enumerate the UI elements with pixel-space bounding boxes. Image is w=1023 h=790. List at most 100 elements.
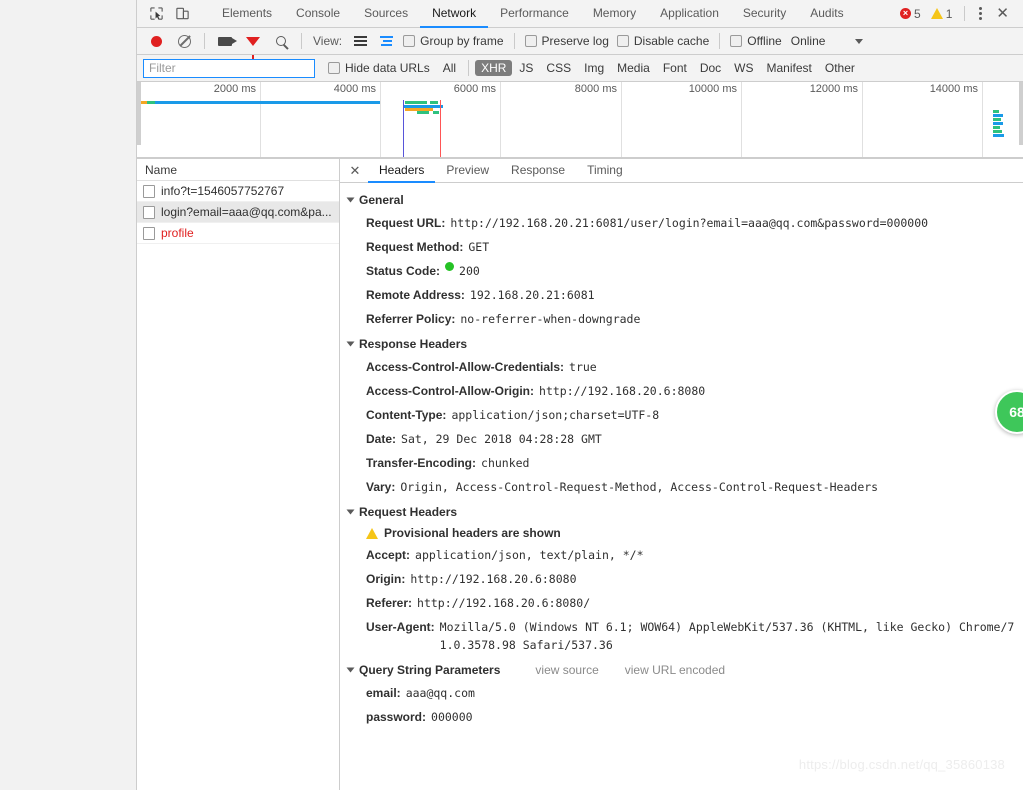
header-value: no-referrer-when-downgrade (460, 312, 641, 326)
details-tab-response[interactable]: Response (500, 159, 576, 183)
timeline-tick-label: 12000 ms (809, 83, 858, 95)
tab-memory[interactable]: Memory (581, 0, 648, 28)
type-filter-doc[interactable]: Doc (694, 60, 727, 76)
search-icon[interactable] (268, 29, 294, 53)
tab-performance[interactable]: Performance (488, 0, 581, 28)
error-icon: × (900, 8, 912, 19)
offline-checkbox[interactable]: Offline (727, 34, 784, 48)
warning-counter[interactable]: 1 (927, 7, 957, 21)
timeline-tick-label: 4000 ms (333, 83, 376, 95)
tab-label: Sources (364, 6, 409, 20)
header-key: User-Agent: (366, 620, 435, 634)
header-key: Referrer Policy: (366, 312, 456, 326)
filter-input[interactable] (143, 58, 315, 78)
hide-data-urls-checkbox[interactable]: Hide data URLs (325, 61, 433, 75)
clear-icon[interactable] (171, 29, 197, 53)
section-request-headers-title[interactable]: Request Headers (340, 501, 1023, 523)
request-row-login[interactable]: login?email=aaa@qq.com&pa... (137, 202, 339, 223)
tab-label: Timing (587, 163, 623, 177)
tab-security[interactable]: Security (731, 0, 798, 28)
toolbar-divider (964, 6, 966, 21)
chevron-down-icon[interactable] (855, 38, 864, 44)
preserve-log-checkbox[interactable]: Preserve log (522, 34, 612, 48)
view-url-encoded-link[interactable]: view URL encoded (625, 663, 725, 677)
checkbox-box (403, 35, 416, 47)
request-list-header[interactable]: Name (137, 159, 339, 181)
camera-icon[interactable] (212, 29, 238, 53)
section-general: General Request URL: http://192.168.20.2… (340, 189, 1023, 331)
type-filter-font[interactable]: Font (657, 60, 693, 76)
tab-network[interactable]: Network (420, 0, 489, 28)
type-filter-manifest[interactable]: Manifest (761, 60, 818, 76)
timeline-right-handle[interactable] (1019, 82, 1023, 145)
query-param-row: email: aaa@qq.com (340, 681, 1023, 705)
timeline-request-bar (430, 101, 438, 104)
tab-console[interactable]: Console (284, 0, 352, 28)
devtools-tabbar: Elements Console Sources Network Perform… (137, 0, 1023, 28)
section-query-string-title[interactable]: Query String Parameters view source view… (340, 659, 1023, 681)
provisional-headers-label: Provisional headers are shown (384, 526, 561, 540)
network-overview-timeline[interactable]: 2000 ms 4000 ms 6000 ms 8000 ms 10000 ms… (137, 82, 1023, 159)
disable-cache-label: Disable cache (633, 34, 710, 48)
query-param-key: email: (366, 686, 401, 700)
throttle-select[interactable]: Online (787, 34, 830, 48)
device-toolbar-icon[interactable] (169, 1, 195, 27)
details-tab-preview[interactable]: Preview (435, 159, 500, 183)
tab-sources[interactable]: Sources (352, 0, 420, 28)
disable-cache-checkbox[interactable]: Disable cache (614, 34, 712, 48)
timeline-tick-label: 10000 ms (688, 83, 737, 95)
section-response-headers-title[interactable]: Response Headers (340, 333, 1023, 355)
type-filter-css[interactable]: CSS (540, 60, 577, 76)
tab-label: Performance (500, 6, 569, 20)
record-icon[interactable] (143, 29, 169, 53)
view-source-link[interactable]: view source (535, 663, 598, 677)
close-icon[interactable]: ✕ (342, 159, 368, 182)
kebab-menu-icon[interactable] (973, 7, 988, 20)
error-counter[interactable]: × 5 (896, 7, 925, 21)
tab-label: Elements (222, 6, 273, 20)
timeline-tick: 6000 ms (381, 82, 501, 158)
type-filter-img[interactable]: Img (578, 60, 610, 76)
timeline-request-bar (993, 110, 999, 113)
type-filter-other[interactable]: Other (819, 60, 861, 76)
timeline-left-handle[interactable] (137, 82, 141, 145)
tab-label: Memory (592, 6, 637, 20)
type-filter-js[interactable]: JS (513, 60, 539, 76)
group-by-frame-checkbox[interactable]: Group by frame (400, 34, 506, 48)
tab-label: Network (432, 6, 477, 20)
group-by-frame-label: Group by frame (420, 34, 504, 48)
header-value: Sat, 29 Dec 2018 04:28:28 GMT (401, 432, 602, 446)
header-row: Referer: http://192.168.20.6:8080/ (340, 591, 1023, 615)
tab-application[interactable]: Application (648, 0, 731, 28)
type-filter-media[interactable]: Media (611, 60, 656, 76)
type-filter-xhr[interactable]: XHR (475, 60, 513, 76)
header-key: Date: (366, 432, 397, 446)
file-icon (143, 205, 155, 219)
timeline-request-bar (155, 101, 380, 104)
tab-elements[interactable]: Elements (210, 0, 284, 28)
toolbar-divider (204, 33, 205, 49)
list-view-icon[interactable] (348, 30, 372, 52)
header-row: Vary: Origin, Access-Control-Request-Met… (340, 475, 1023, 499)
header-value: Origin, Access-Control-Request-Method, A… (400, 480, 879, 494)
header-row: Transfer-Encoding: chunked (340, 451, 1023, 475)
inspect-element-icon[interactable] (143, 1, 169, 27)
column-header-name: Name (145, 162, 178, 177)
devtools-tabbar-right: × 5 1 ✕ (896, 0, 1023, 27)
waterfall-view-icon[interactable] (374, 30, 398, 52)
section-title-label: Request Headers (359, 505, 458, 519)
filter-icon[interactable] (240, 29, 266, 59)
details-tab-headers[interactable]: Headers (368, 159, 436, 183)
request-row-info[interactable]: info?t=1546057752767 (137, 181, 339, 202)
close-icon[interactable]: ✕ (990, 6, 1015, 21)
type-filter-ws[interactable]: WS (728, 60, 759, 76)
tab-label: Headers (379, 163, 425, 177)
details-tab-timing[interactable]: Timing (576, 159, 634, 183)
type-filter-all[interactable]: All (437, 60, 462, 76)
tab-audits[interactable]: Audits (798, 0, 855, 28)
request-row-profile[interactable]: profile (137, 223, 339, 244)
chevron-down-icon (346, 197, 355, 203)
query-param-value: 000000 (431, 710, 473, 724)
section-general-title[interactable]: General (340, 189, 1023, 211)
timeline-tick-label: 6000 ms (453, 83, 496, 95)
